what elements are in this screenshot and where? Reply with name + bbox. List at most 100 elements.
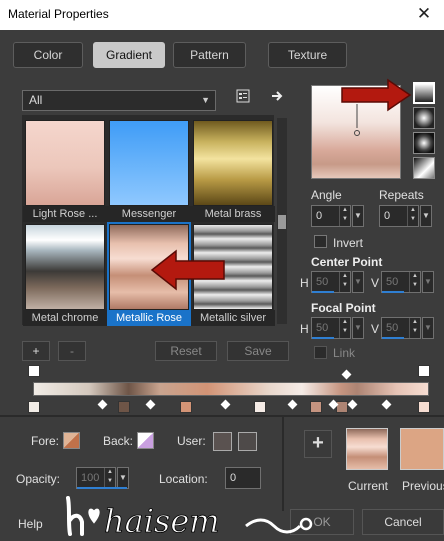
gradient-bar[interactable] — [33, 382, 429, 396]
focal-h-label: H — [300, 322, 309, 336]
current-material-swatch[interactable] — [346, 428, 388, 470]
focal-v-slider[interactable] — [382, 337, 404, 339]
center-h-dropdown[interactable]: ▼ — [352, 271, 364, 293]
color-midpoint[interactable] — [287, 399, 298, 410]
angle-input[interactable]: 0 ▲ ▼ — [311, 205, 351, 227]
location-input[interactable]: 0 — [225, 467, 261, 489]
watermark-text: haisem — [104, 502, 220, 540]
chevron-down-icon: ▼ — [201, 95, 210, 105]
color-midpoint[interactable] — [145, 399, 156, 410]
remove-stop-button[interactable]: - — [58, 341, 86, 361]
angle-label: Angle — [311, 188, 342, 202]
repeats-label: Repeats — [379, 188, 424, 202]
opacity-midpoint[interactable] — [341, 369, 352, 380]
current-label: Current — [348, 479, 389, 493]
tab-pattern[interactable]: Pattern — [173, 42, 246, 68]
tab-texture[interactable]: Texture — [268, 42, 347, 68]
focal-v-input[interactable]: 50 ▲ ▼ — [381, 317, 421, 339]
radial-type-icon[interactable] — [413, 132, 435, 154]
center-h-label: H — [300, 276, 309, 290]
tab-gradient[interactable]: Gradient — [93, 42, 165, 68]
link-label: Link — [333, 346, 356, 360]
back-swatch[interactable] — [137, 432, 154, 449]
scrollbar-thumb[interactable] — [278, 215, 286, 229]
title-bar: Material Properties ✕ — [0, 0, 444, 30]
color-stop[interactable] — [118, 401, 130, 413]
gradient-label: Messenger — [107, 206, 191, 222]
gradient-swatch-messenger[interactable] — [109, 120, 189, 206]
gradient-label: Metallic silver — [191, 310, 275, 326]
cancel-button[interactable]: Cancel — [362, 509, 444, 535]
close-button[interactable]: ✕ — [412, 3, 436, 25]
category-select[interactable]: All ▼ — [22, 90, 216, 111]
color-midpoint[interactable] — [381, 399, 392, 410]
repeats-dropdown[interactable]: ▼ — [420, 205, 432, 227]
focal-h-dropdown[interactable]: ▼ — [352, 317, 364, 339]
color-stop[interactable] — [28, 401, 40, 413]
center-h-input[interactable]: 50 ▲ ▼ — [311, 271, 351, 293]
gradient-swatch-metal-chrome[interactable] — [25, 224, 105, 310]
color-stop[interactable] — [254, 401, 266, 413]
center-v-label: V — [371, 276, 380, 290]
link-checkbox[interactable] — [314, 346, 327, 359]
invert-checkbox[interactable] — [314, 235, 327, 248]
pointer-arrow-icon — [150, 249, 225, 291]
window-title: Material Properties — [8, 7, 109, 21]
invert-label: Invert — [333, 236, 364, 250]
add-to-swatches-button[interactable]: + — [304, 430, 332, 458]
color-midpoint[interactable] — [347, 399, 358, 410]
center-point-label: Center Point — [311, 255, 383, 269]
previous-material-swatch[interactable] — [400, 428, 444, 470]
arrow-right-icon[interactable] — [268, 88, 288, 108]
spin-arrows-icon[interactable]: ▲ ▼ — [407, 206, 418, 226]
linear-type-icon[interactable] — [413, 82, 435, 104]
center-h-slider[interactable] — [312, 291, 334, 293]
watermark-signature: haisem — [60, 488, 320, 540]
center-v-slider[interactable] — [382, 291, 404, 293]
opacity-input[interactable]: 100 ▲ ▼ — [76, 467, 116, 489]
spin-arrows-icon[interactable]: ▲ ▼ — [339, 272, 350, 292]
focal-h-slider[interactable] — [312, 337, 334, 339]
gradient-swatch-light-rose[interactable] — [25, 120, 105, 206]
help-button[interactable]: Help — [18, 517, 43, 531]
user-swatch-2[interactable] — [238, 432, 257, 451]
gradient-label: Light Rose ... — [23, 206, 107, 222]
opacity-label: Opacity: — [16, 472, 61, 486]
focal-v-label: V — [371, 322, 380, 336]
fore-swatch[interactable] — [63, 432, 80, 449]
spin-arrows-icon[interactable]: ▲ ▼ — [339, 206, 350, 226]
gradient-swatch-metal-brass[interactable] — [193, 120, 273, 206]
color-stop[interactable] — [418, 401, 430, 413]
save-button[interactable]: Save — [227, 341, 289, 361]
opacity-dropdown[interactable]: ▼ — [117, 467, 129, 489]
tab-color[interactable]: Color — [13, 42, 83, 68]
angle-dropdown[interactable]: ▼ — [352, 205, 364, 227]
opacity-stop-end[interactable] — [418, 365, 430, 377]
color-stop[interactable] — [180, 401, 192, 413]
color-stop[interactable] — [310, 401, 322, 413]
spin-arrows-icon[interactable]: ▲ ▼ — [409, 272, 420, 292]
focal-h-input[interactable]: 50 ▲ ▼ — [311, 317, 351, 339]
spin-arrows-icon[interactable]: ▲ ▼ — [339, 318, 350, 338]
rectangular-type-icon[interactable] — [413, 107, 435, 129]
color-midpoint[interactable] — [97, 399, 108, 410]
fore-label: Fore: — [31, 434, 60, 448]
color-midpoint[interactable] — [220, 399, 231, 410]
gradient-label: Metal brass — [191, 206, 275, 222]
reset-button[interactable]: Reset — [155, 341, 217, 361]
gradient-label: Metal chrome — [23, 310, 107, 326]
spin-arrows-icon[interactable]: ▲ ▼ — [104, 468, 115, 488]
color-stop[interactable] — [336, 401, 348, 413]
focal-v-dropdown[interactable]: ▼ — [422, 317, 434, 339]
opacity-stop-start[interactable] — [28, 365, 40, 377]
sunburst-type-icon[interactable] — [413, 157, 435, 179]
spin-arrows-icon[interactable]: ▲ ▼ — [409, 318, 420, 338]
library-scrollbar[interactable] — [277, 118, 287, 324]
add-stop-button[interactable]: + — [22, 341, 50, 361]
center-v-input[interactable]: 50 ▲ ▼ — [381, 271, 421, 293]
repeats-input[interactable]: 0 ▲ ▼ — [379, 205, 419, 227]
center-v-dropdown[interactable]: ▼ — [422, 271, 434, 293]
section-divider — [0, 415, 444, 417]
library-view-icon[interactable] — [233, 88, 253, 108]
user-swatch-1[interactable] — [213, 432, 232, 451]
